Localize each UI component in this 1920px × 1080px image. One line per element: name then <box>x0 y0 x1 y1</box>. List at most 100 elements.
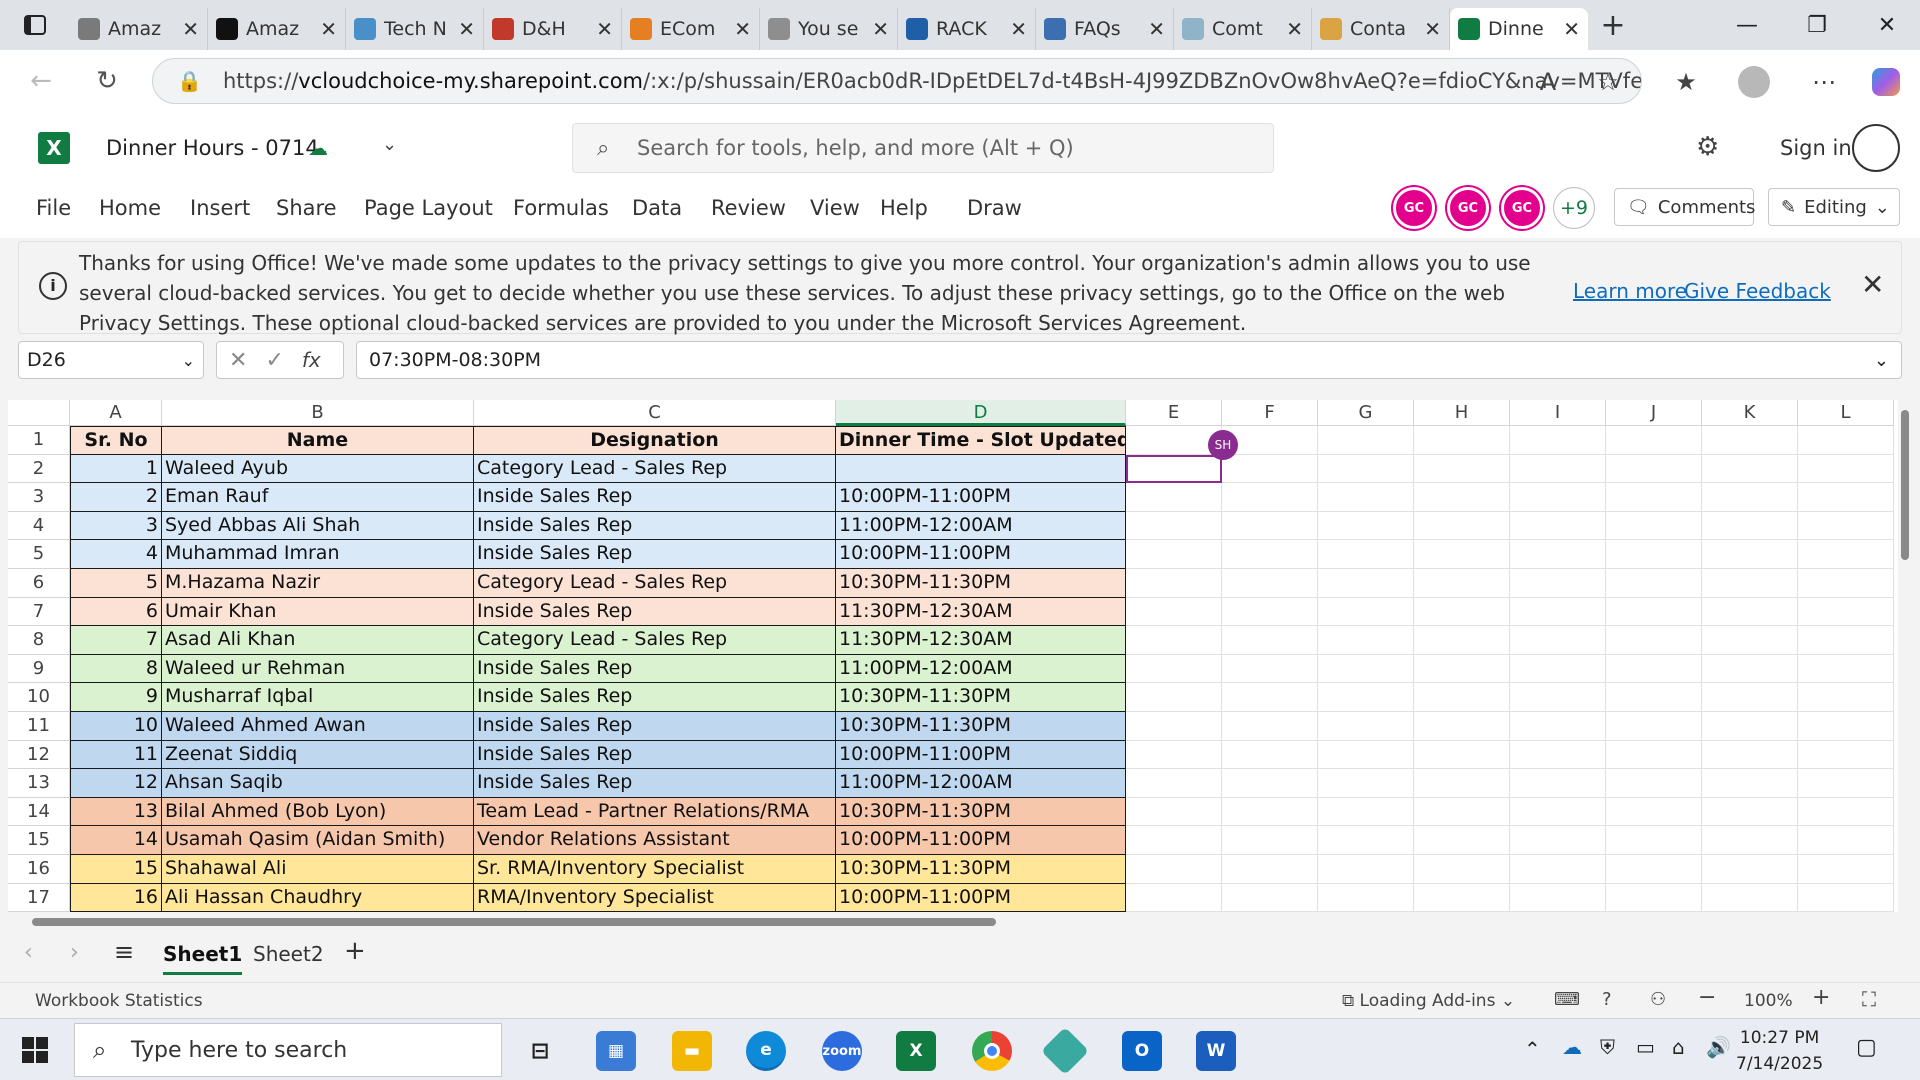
table-cell[interactable]: Zeenat Siddiq <box>162 740 474 770</box>
table-cell[interactable]: Usamah Qasim (Aidan Smith) <box>162 826 474 855</box>
close-tab-icon[interactable]: ✕ <box>1424 17 1441 41</box>
empty-cell[interactable] <box>1126 626 1222 655</box>
empty-cell[interactable] <box>1222 540 1318 569</box>
empty-cell[interactable] <box>1318 626 1414 655</box>
empty-cell[interactable] <box>1606 712 1702 741</box>
empty-cell[interactable] <box>1606 454 1702 484</box>
file-explorer-icon[interactable]: ▬ <box>672 1031 712 1071</box>
restore-button[interactable]: ❐ <box>1782 0 1852 50</box>
empty-cell[interactable] <box>1126 569 1222 598</box>
empty-cell[interactable] <box>1126 769 1222 798</box>
empty-cell[interactable] <box>1222 740 1318 770</box>
column-header-h[interactable]: H <box>1414 400 1510 426</box>
favorite-star-icon[interactable]: ☆ <box>1590 64 1626 100</box>
favorites-icon[interactable]: ★ <box>1668 64 1704 100</box>
empty-cell[interactable] <box>1798 883 1894 912</box>
empty-cell[interactable] <box>1222 597 1318 627</box>
empty-cell[interactable] <box>1414 569 1510 598</box>
column-header-g[interactable]: G <box>1318 400 1414 426</box>
empty-cell[interactable] <box>1318 740 1414 770</box>
table-cell[interactable]: Inside Sales Rep <box>474 654 836 684</box>
empty-cell[interactable] <box>1510 797 1606 827</box>
empty-cell[interactable] <box>1606 654 1702 684</box>
table-cell[interactable]: Inside Sales Rep <box>474 540 836 569</box>
sign-in-link[interactable]: Sign in <box>1780 136 1852 160</box>
column-header-l[interactable]: L <box>1798 400 1894 426</box>
empty-cell[interactable] <box>1510 740 1606 770</box>
volume-icon[interactable]: 🔊 <box>1706 1035 1731 1059</box>
empty-cell[interactable] <box>1510 454 1606 484</box>
table-cell[interactable]: Muhammad Imran <box>162 540 474 569</box>
close-tab-icon[interactable]: ✕ <box>320 17 337 41</box>
table-cell[interactable]: 10:30PM-11:30PM <box>836 712 1126 741</box>
empty-cell[interactable] <box>1510 511 1606 541</box>
comments-button[interactable]: 🗨 Comments <box>1614 188 1755 226</box>
column-header-j[interactable]: J <box>1606 400 1702 426</box>
word-icon[interactable]: W <box>1196 1031 1236 1071</box>
cloud-saved-icon[interactable]: ☁ <box>308 136 328 160</box>
empty-cell[interactable] <box>1702 712 1798 741</box>
table-cell[interactable]: 13 <box>70 797 162 827</box>
empty-cell[interactable] <box>1414 540 1510 569</box>
scrollbar-thumb[interactable] <box>32 918 996 926</box>
empty-cell[interactable] <box>1126 683 1222 712</box>
menu-item-view[interactable]: View <box>810 196 860 220</box>
row-header[interactable]: 12 <box>8 740 70 770</box>
empty-cell[interactable] <box>1606 626 1702 655</box>
empty-cell[interactable] <box>1126 511 1222 541</box>
row-header[interactable]: 9 <box>8 654 70 684</box>
close-tab-icon[interactable]: ✕ <box>872 17 889 41</box>
empty-cell[interactable] <box>1798 483 1894 512</box>
empty-cell[interactable] <box>1414 454 1510 484</box>
editing-mode-button[interactable]: ✎ Editing ⌄ <box>1768 188 1900 226</box>
empty-cell[interactable] <box>1222 454 1318 484</box>
empty-cell[interactable] <box>1222 511 1318 541</box>
empty-cell[interactable] <box>1702 797 1798 827</box>
table-cell[interactable]: Sr. RMA/Inventory Specialist <box>474 855 836 884</box>
workbook-statistics[interactable]: Workbook Statistics <box>35 991 203 1011</box>
table-cell[interactable]: Asad Ali Khan <box>162 626 474 655</box>
empty-cell[interactable] <box>1414 511 1510 541</box>
collaborator-presence-badge[interactable]: SH <box>1208 430 1238 460</box>
table-cell[interactable]: Inside Sales Rep <box>474 740 836 770</box>
empty-cell[interactable] <box>1798 540 1894 569</box>
empty-cell[interactable] <box>1414 683 1510 712</box>
empty-cell[interactable] <box>1414 626 1510 655</box>
empty-cell[interactable] <box>1798 426 1894 455</box>
table-cell[interactable]: Inside Sales Rep <box>474 683 836 712</box>
empty-cell[interactable] <box>1606 826 1702 855</box>
formula-input[interactable]: 07:30PM-08:30PM ⌄ <box>356 341 1902 379</box>
empty-cell[interactable] <box>1702 855 1798 884</box>
empty-cell[interactable] <box>1702 740 1798 770</box>
menu-item-help[interactable]: Help <box>880 196 928 220</box>
chevron-down-icon[interactable]: ⌄ <box>382 134 397 155</box>
empty-cell[interactable] <box>1606 511 1702 541</box>
column-header-e[interactable]: E <box>1126 400 1222 426</box>
gear-icon[interactable]: ⚙ <box>1696 132 1719 162</box>
close-tab-icon[interactable]: ✕ <box>1286 17 1303 41</box>
row-header[interactable]: 13 <box>8 769 70 798</box>
vertical-scrollbar[interactable] <box>1898 388 1912 912</box>
empty-cell[interactable] <box>1222 654 1318 684</box>
menu-item-share[interactable]: Share <box>276 196 337 220</box>
table-cell[interactable]: 6 <box>70 597 162 627</box>
browser-tab[interactable]: FAQs ✕ <box>1036 8 1174 50</box>
empty-cell[interactable] <box>1414 855 1510 884</box>
column-header-i[interactable]: I <box>1510 400 1606 426</box>
add-sheet-button[interactable]: + <box>344 936 366 966</box>
new-tab-button[interactable]: + <box>1588 8 1638 43</box>
table-cell[interactable]: Inside Sales Rep <box>474 769 836 798</box>
collaborator-avatar[interactable]: GC <box>1447 187 1489 229</box>
spreadsheet-grid[interactable]: A B C D E F G H I J K L 1 Sr. No Name Designation Dinner… <box>8 400 1898 912</box>
calculator-icon[interactable]: ▦ <box>596 1031 636 1071</box>
table-cell[interactable]: 11:30PM-12:30AM <box>836 626 1126 655</box>
empty-cell[interactable] <box>1318 426 1414 455</box>
confirm-icon[interactable]: ✓ <box>265 348 283 373</box>
empty-cell[interactable] <box>1318 769 1414 798</box>
notifications-icon[interactable]: ▢ <box>1856 1035 1877 1060</box>
row-header[interactable]: 3 <box>8 483 70 512</box>
table-cell[interactable]: 10:00PM-11:00PM <box>836 740 1126 770</box>
empty-cell[interactable] <box>1606 769 1702 798</box>
refresh-button[interactable]: ↻ <box>86 60 128 102</box>
row-header[interactable]: 2 <box>8 454 70 484</box>
